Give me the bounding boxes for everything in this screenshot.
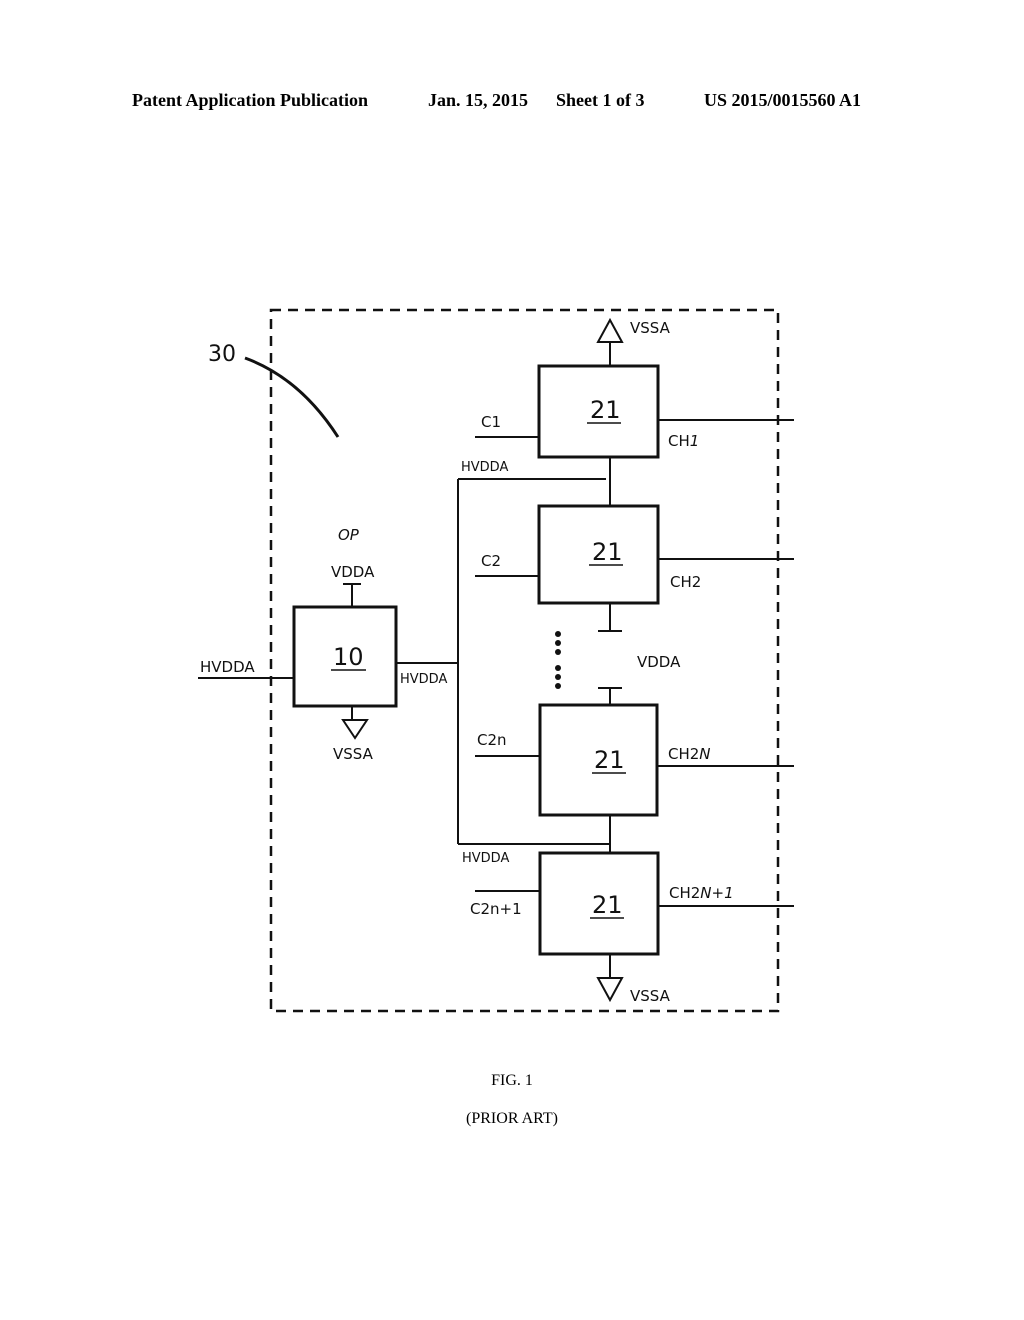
ch2n-label: CH2N [668,745,711,763]
reference-leader [244,356,340,438]
block-1-number: 21 [590,396,621,424]
op-vdda-label: VDDA [331,563,375,581]
ellipsis-icon [555,631,561,689]
op-vssa-label: VSSA [333,745,374,763]
op-block-number: 10 [333,643,364,671]
bottom-ground-icon [596,977,624,1003]
op-input-label: HVDDA [200,658,255,676]
figure-caption: FIG. 1 [491,1072,533,1089]
op-label: OP [338,526,360,544]
top-ground-icon [596,317,624,343]
reference-number: 30 [208,342,236,367]
mid-vdda-label: VDDA [637,653,681,671]
c2-label: C2 [481,552,501,570]
op-ground-icon [341,719,369,740]
ch2n1-label: CH2N+1 [669,884,734,902]
block-4-number: 21 [592,891,623,919]
bottom-vssa-label: VSSA [630,987,671,1005]
ch1-label: CH1 [668,432,699,450]
c2n-label: C2n [477,731,507,749]
figure-note: (PRIOR ART) [466,1110,558,1127]
top-vssa-label: VSSA [630,319,671,337]
op-output-label: HVDDA [400,672,447,687]
hvdda-bottom-label: HVDDA [462,851,509,866]
block-2-number: 21 [592,538,623,566]
hvdda-top-label: HVDDA [461,460,508,475]
c1-label: C1 [481,413,501,431]
ch2-label: CH2 [670,573,701,591]
c2n1-label: C2n+1 [470,900,522,918]
block-3-number: 21 [594,746,625,774]
